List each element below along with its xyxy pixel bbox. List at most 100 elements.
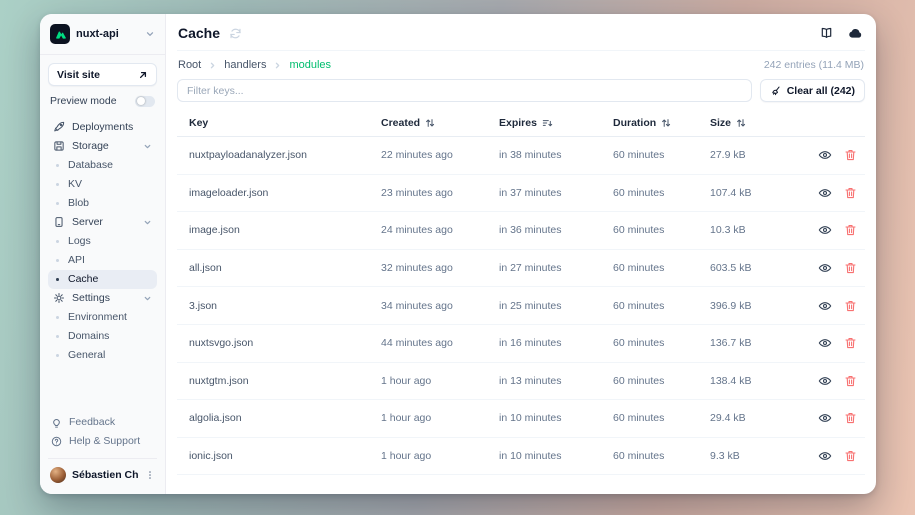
sidebar-item-environment[interactable]: Environment	[48, 308, 157, 327]
cloud-icon[interactable]	[848, 27, 864, 39]
row-actions	[789, 337, 865, 349]
column-header-size[interactable]: Size	[698, 117, 789, 129]
view-entry-button[interactable]	[818, 375, 832, 387]
sidebar-item-label: Blob	[68, 197, 89, 209]
project-selector[interactable]: nuxt-api	[40, 14, 165, 55]
bullet-icon	[56, 316, 59, 319]
delete-entry-button[interactable]	[845, 149, 856, 161]
sidebar-item-kv[interactable]: KV	[48, 175, 157, 194]
bullet-icon	[56, 240, 59, 243]
delete-entry-button[interactable]	[845, 375, 856, 387]
bullet-icon	[56, 164, 59, 167]
trash-icon	[845, 224, 856, 236]
storage-icon	[53, 140, 65, 152]
visit-site-button[interactable]: Visit site	[48, 63, 157, 86]
created-cell: 1 hour ago	[369, 450, 487, 462]
preview-mode-row: Preview mode	[48, 86, 157, 114]
feedback-item[interactable]: Feedback	[48, 413, 157, 431]
help-support-label: Help & Support	[69, 435, 140, 447]
cache-key-cell: all.json	[177, 262, 369, 274]
view-entry-button[interactable]	[818, 450, 832, 462]
sidebar-item-domains[interactable]: Domains	[48, 327, 157, 346]
preview-mode-toggle[interactable]	[135, 96, 155, 107]
trash-icon	[845, 187, 856, 199]
row-actions	[789, 450, 865, 462]
sidebar-item-label: Server	[72, 216, 103, 228]
delete-entry-button[interactable]	[845, 187, 856, 199]
clear-all-label: Clear all (242)	[787, 85, 855, 97]
sidebar-footer: Feedback Help & Support Sébastien Cho...	[48, 413, 157, 485]
entries-summary: 242 entries (11.4 MB)	[764, 59, 864, 71]
table-row: nuxtpayloadanalyzer.json 22 minutes ago …	[177, 137, 865, 175]
sidebar-item-label: Logs	[68, 235, 91, 247]
eye-icon	[818, 337, 832, 349]
view-entry-button[interactable]	[818, 412, 832, 424]
duration-cell: 60 minutes	[601, 300, 698, 312]
delete-entry-button[interactable]	[845, 262, 856, 274]
row-actions	[789, 375, 865, 387]
sidebar-item-settings[interactable]: Settings	[48, 289, 157, 308]
delete-entry-button[interactable]	[845, 300, 856, 312]
size-cell: 9.3 kB	[698, 450, 789, 462]
sidebar-item-blob[interactable]: Blob	[48, 194, 157, 213]
eye-icon	[818, 300, 832, 312]
main-panel: Cache Root handlers modules	[166, 14, 876, 494]
view-entry-button[interactable]	[818, 149, 832, 161]
size-cell: 603.5 kB	[698, 262, 789, 274]
delete-entry-button[interactable]	[845, 224, 856, 236]
sidebar-item-database[interactable]: Database	[48, 156, 157, 175]
cache-key-cell: nuxtgtm.json	[177, 375, 369, 387]
sort-icon	[736, 118, 746, 128]
column-header-expires[interactable]: Expires	[487, 117, 601, 129]
breadcrumb-item-modules[interactable]: modules	[289, 59, 331, 71]
user-menu[interactable]: Sébastien Cho...	[48, 458, 157, 485]
view-entry-button[interactable]	[818, 224, 832, 236]
sidebar-item-cache[interactable]: Cache	[48, 270, 157, 289]
sidebar-item-general[interactable]: General	[48, 346, 157, 365]
column-header-key: Key	[177, 117, 369, 129]
header-actions	[819, 26, 864, 40]
view-entry-button[interactable]	[818, 187, 832, 199]
bullet-icon	[56, 335, 59, 338]
help-support-item[interactable]: Help & Support	[48, 432, 157, 450]
table-row: nuxtgtm.json 1 hour ago in 13 minutes 60…	[177, 363, 865, 401]
created-cell: 34 minutes ago	[369, 300, 487, 312]
view-entry-button[interactable]	[818, 337, 832, 349]
sidebar-item-deployments[interactable]: Deployments	[48, 118, 157, 137]
table-header: Key Created Expires Duration	[177, 111, 865, 137]
avatar	[50, 467, 66, 483]
delete-entry-button[interactable]	[845, 412, 856, 424]
page-header: Cache	[177, 14, 865, 51]
duration-cell: 60 minutes	[601, 224, 698, 236]
column-header-created[interactable]: Created	[369, 117, 487, 129]
sidebar-item-storage[interactable]: Storage	[48, 137, 157, 156]
clear-all-button[interactable]: Clear all (242)	[760, 79, 865, 102]
chevron-right-icon	[208, 61, 217, 70]
sidebar-item-logs[interactable]: Logs	[48, 232, 157, 251]
kebab-menu-icon[interactable]	[145, 470, 155, 480]
breadcrumb-item-handlers[interactable]: handlers	[224, 59, 266, 71]
view-entry-button[interactable]	[818, 262, 832, 274]
expires-cell: in 10 minutes	[487, 450, 601, 462]
filter-keys-input[interactable]	[177, 79, 752, 102]
delete-entry-button[interactable]	[845, 450, 856, 462]
sidebar-item-label: Settings	[72, 292, 110, 304]
cache-key-cell: nuxtsvgo.json	[177, 337, 369, 349]
sidebar-item-server[interactable]: Server	[48, 213, 157, 232]
duration-cell: 60 minutes	[601, 149, 698, 161]
sidebar-item-api[interactable]: API	[48, 251, 157, 270]
refresh-icon[interactable]	[229, 27, 242, 40]
table-body: nuxtpayloadanalyzer.json 22 minutes ago …	[177, 137, 865, 494]
breadcrumb-item-root[interactable]: Root	[178, 59, 201, 71]
project-name: nuxt-api	[76, 28, 119, 40]
eye-icon	[818, 450, 832, 462]
view-entry-button[interactable]	[818, 300, 832, 312]
sidebar-item-label: Deployments	[72, 121, 133, 133]
created-cell: 22 minutes ago	[369, 149, 487, 161]
nuxthub-logo-icon	[50, 24, 70, 44]
eye-icon	[818, 187, 832, 199]
delete-entry-button[interactable]	[845, 337, 856, 349]
column-header-duration[interactable]: Duration	[601, 117, 698, 129]
book-icon[interactable]	[819, 26, 834, 40]
created-cell: 44 minutes ago	[369, 337, 487, 349]
